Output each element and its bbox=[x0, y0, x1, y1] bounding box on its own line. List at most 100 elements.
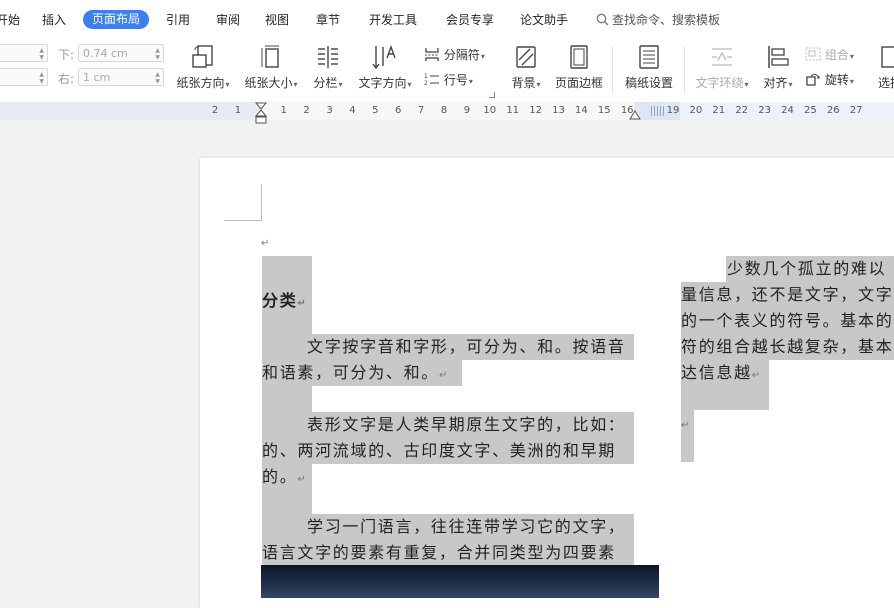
text-line[interactable]: 达信息越↵ bbox=[681, 360, 760, 389]
ruler-tick-label: 20 bbox=[689, 105, 703, 116]
horizontal-ruler[interactable]: 2 1 1 2 3 4 5 6 7 8 9 10 11 12 13 14 15 16 19 20 21 22 23 24 25 2… bbox=[0, 102, 894, 124]
group-icon bbox=[805, 47, 821, 61]
paper-size-label: 纸张大小 bbox=[244, 76, 293, 90]
margin-right-label: 右: bbox=[58, 72, 75, 86]
menu-chapter[interactable]: 章节 bbox=[316, 12, 340, 29]
paper-size-button[interactable]: 纸张大小▾ bbox=[240, 44, 302, 96]
selection-highlight bbox=[262, 386, 312, 412]
orientation-button[interactable]: 纸张方向▾ bbox=[172, 44, 234, 96]
text-line[interactable]: 的一个表义的符号。基本的 bbox=[681, 308, 893, 334]
paragraph-mark: ↵ bbox=[297, 474, 306, 485]
columns-label: 分栏 bbox=[313, 76, 338, 90]
text-line[interactable]: 文字按字音和字形，可分为、和。按语音 bbox=[307, 334, 626, 360]
menu-review[interactable]: 审阅 bbox=[216, 12, 240, 29]
menu-thesis-assistant[interactable]: 论文助手 bbox=[520, 12, 568, 29]
ruler-tick-label: 4 bbox=[349, 105, 356, 116]
ruler-tick-label: 6 bbox=[395, 105, 402, 116]
rotate-button[interactable]: 旋转▾ bbox=[805, 71, 854, 88]
text-direction-button[interactable]: 文字方向▾ bbox=[354, 44, 416, 96]
margin-left-partial-field[interactable]: ▲ ▼ bbox=[0, 68, 48, 86]
ruler-tick-label: 23 bbox=[758, 105, 771, 116]
menu-page-layout[interactable]: 页面布局 bbox=[83, 10, 150, 29]
paper-size-icon bbox=[261, 45, 279, 68]
text-line[interactable]: 语言文字的要素有重复，合并同类型为四要素 bbox=[262, 540, 616, 566]
selection-highlight bbox=[681, 410, 694, 462]
ruler-tick-label: 7 bbox=[417, 105, 425, 116]
column-gap-handle[interactable] bbox=[651, 106, 665, 116]
menu-member[interactable]: 会员专享 bbox=[446, 12, 494, 29]
text-line[interactable]: 量信息，还不是文字，文字 bbox=[681, 282, 893, 308]
heading-line[interactable]: 分类↵ bbox=[262, 288, 306, 317]
menu-view[interactable]: 视图 bbox=[265, 12, 289, 29]
ruler-tick-label: 10 bbox=[483, 105, 497, 116]
columns-icon bbox=[318, 46, 338, 68]
menu-bar: 开始 插入 页面布局 引用 审阅 视图 章节 开发工具 会员专享 论文助手 查找… bbox=[0, 0, 894, 40]
manuscript-grid-icon bbox=[639, 45, 659, 69]
background-button[interactable]: 背景▾ bbox=[506, 44, 546, 96]
svg-text:2: 2 bbox=[424, 80, 428, 86]
align-button[interactable]: 对齐▾ bbox=[758, 44, 798, 96]
ruler-tick-label: 15 bbox=[597, 105, 611, 116]
toolbar-divider bbox=[684, 46, 685, 94]
page-border-icon bbox=[570, 45, 588, 69]
toolbar-divider bbox=[612, 46, 613, 94]
select-button[interactable]: 选择 bbox=[870, 44, 894, 96]
command-search[interactable]: 查找命令、搜索模板 bbox=[596, 12, 720, 29]
line-numbers-button[interactable]: 12 行号▾ bbox=[424, 71, 473, 88]
group-button[interactable]: 组合▾ bbox=[805, 46, 854, 63]
page-orientation-icon bbox=[192, 45, 213, 68]
select-pane-icon bbox=[881, 46, 894, 68]
text-line[interactable]: 学习一门语言，往往连带学习它的文字， bbox=[307, 514, 626, 540]
text-line[interactable]: 和语素，可分为、和。↵ bbox=[262, 360, 447, 389]
ruler-tick-label: 27 bbox=[849, 105, 863, 116]
paragraph-mark: ↵ bbox=[439, 370, 448, 381]
page-border-button[interactable]: 页面边框 bbox=[552, 44, 606, 96]
text-line[interactable]: 的、两河流域的、古印度文字、美洲的和早期 bbox=[262, 438, 616, 464]
menu-insert[interactable]: 插入 bbox=[42, 12, 66, 29]
ruler-tick-label: 22 bbox=[735, 105, 749, 116]
paragraph-mark: ↵ bbox=[681, 420, 690, 431]
ruler-tick-label: 2 bbox=[211, 105, 219, 116]
ruler-tick-label: 11 bbox=[506, 105, 520, 116]
page-setup-launcher-icon[interactable] bbox=[489, 92, 495, 98]
text-span: 的。 bbox=[262, 467, 298, 486]
margin-bottom-value: 0.74 cm bbox=[83, 47, 128, 60]
page-break-icon bbox=[425, 48, 439, 61]
columns-button[interactable]: 分栏▾ bbox=[308, 44, 348, 96]
menu-references[interactable]: 引用 bbox=[166, 12, 190, 29]
text-line[interactable]: 表形文字是人类早期原生文字的，比如： bbox=[307, 412, 626, 438]
paragraph-mark: ↵ bbox=[751, 370, 761, 381]
ruler-tick-label: 26 bbox=[826, 105, 840, 116]
breaks-button[interactable]: 分隔符▾ bbox=[424, 46, 485, 63]
margin-top-partial-field[interactable]: ▲ ▼ bbox=[0, 44, 48, 62]
heading-text: 分类 bbox=[262, 291, 298, 310]
text-line[interactable]: 少数几个孤立的难以 bbox=[727, 256, 886, 282]
text-line[interactable]: 符的组合越长越复杂，基本 bbox=[681, 334, 893, 360]
menu-developer[interactable]: 开发工具 bbox=[369, 12, 417, 29]
margin-bottom-label: 下: bbox=[58, 48, 75, 62]
paragraph-mark: ↵ bbox=[261, 238, 270, 249]
margin-bottom-field[interactable]: 0.74 cm ▲ ▼ bbox=[78, 44, 164, 62]
line-numbers-icon: 12 bbox=[424, 73, 439, 87]
inline-image[interactable] bbox=[261, 565, 659, 598]
rotate-icon bbox=[806, 73, 820, 86]
ruler-tick-label: 25 bbox=[804, 105, 817, 116]
crop-mark-horizontal bbox=[224, 220, 261, 221]
search-placeholder: 查找命令、搜索模板 bbox=[612, 13, 721, 27]
ruler-tick-label: 2 bbox=[303, 105, 310, 116]
indent-marker-icon[interactable] bbox=[254, 102, 268, 124]
manuscript-settings-button[interactable]: 稿纸设置 bbox=[620, 44, 678, 96]
menu-start[interactable]: 开始 bbox=[0, 12, 20, 29]
rotate-label: 旋转 bbox=[824, 73, 849, 87]
right-indent-marker-icon[interactable] bbox=[629, 110, 641, 120]
text-line[interactable]: 的。↵ bbox=[262, 464, 306, 493]
page-border-label: 页面边框 bbox=[554, 76, 603, 90]
paragraph-mark: ↵ bbox=[297, 298, 306, 309]
ruler-tick-label: 3 bbox=[326, 105, 333, 116]
align-icon bbox=[768, 46, 789, 68]
ruler-tick-label: 1 bbox=[234, 105, 242, 116]
margin-right-field[interactable]: 1 cm ▲ ▼ bbox=[78, 68, 164, 86]
breaks-label: 分隔符 bbox=[443, 48, 480, 62]
text-wrap-label: 文字环绕 bbox=[695, 76, 744, 90]
text-wrap-button[interactable]: 文字环绕▾ bbox=[690, 44, 754, 96]
